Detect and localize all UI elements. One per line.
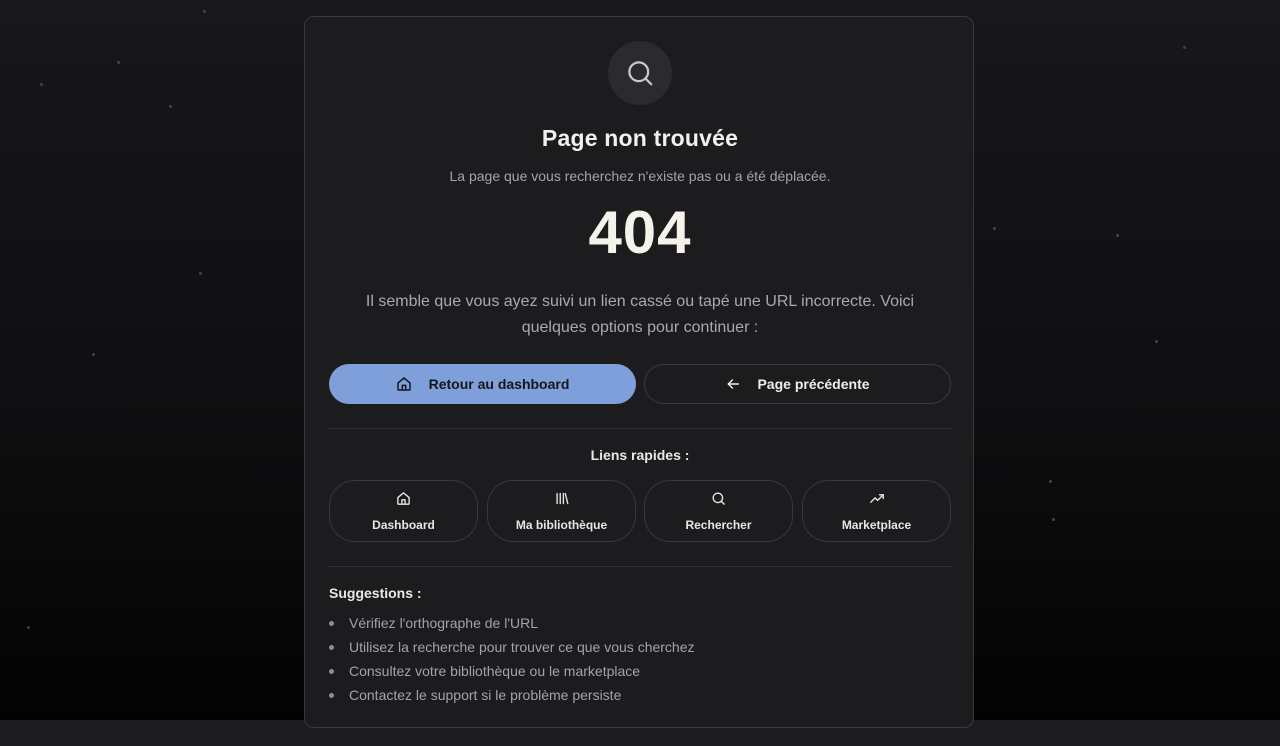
background-star — [117, 61, 120, 64]
quick-link-library[interactable]: Ma bibliothèque — [487, 480, 636, 542]
quick-link-label: Marketplace — [841, 518, 912, 532]
quick-link-label: Ma bibliothèque — [515, 518, 608, 532]
divider — [329, 428, 951, 429]
quick-links-title: Liens rapides : — [590, 447, 690, 463]
page-subtitle: La page que vous recherchez n'existe pas… — [449, 168, 831, 184]
suggestions-title: Suggestions : — [329, 585, 422, 601]
background-star — [27, 626, 30, 629]
background-star — [1183, 46, 1186, 49]
previous-page-button[interactable]: Page précédente — [644, 364, 951, 404]
search-icon — [711, 490, 726, 506]
background-star — [92, 353, 95, 356]
background-star — [199, 272, 202, 275]
list-item: Consultez votre bibliothèque ou le marke… — [329, 659, 695, 683]
background-star — [40, 83, 43, 86]
home-icon — [396, 376, 412, 392]
background-star — [203, 10, 206, 13]
background-star — [169, 105, 172, 108]
error-message: Il semble que vous ayez suivi un lien ca… — [365, 293, 915, 336]
previous-page-label: Page précédente — [757, 376, 870, 392]
library-icon — [554, 490, 569, 506]
quick-link-label: Dashboard — [372, 518, 435, 532]
back-to-dashboard-label: Retour au dashboard — [428, 376, 570, 392]
quick-link-marketplace[interactable]: Marketplace — [802, 480, 951, 542]
suggestions-list: Vérifiez l'orthographe de l'URL Utilisez… — [329, 611, 695, 707]
background-star — [1116, 234, 1119, 237]
not-found-card: Page non trouvée La page que vous recher… — [304, 16, 974, 728]
list-item: Contactez le support si le problème pers… — [329, 683, 695, 707]
background-star — [1052, 518, 1055, 521]
list-item: Vérifiez l'orthographe de l'URL — [329, 611, 695, 635]
trending-up-icon — [869, 490, 885, 506]
divider — [329, 566, 951, 567]
back-to-dashboard-button[interactable]: Retour au dashboard — [329, 364, 636, 404]
page-title: Page non trouvée — [541, 125, 739, 151]
quick-link-label: Rechercher — [685, 518, 752, 532]
arrow-left-icon — [725, 376, 741, 392]
background-star — [1155, 340, 1158, 343]
quick-link-search[interactable]: Rechercher — [644, 480, 793, 542]
background-star — [993, 227, 996, 230]
quick-link-dashboard[interactable]: Dashboard — [329, 480, 478, 542]
list-item: Utilisez la recherche pour trouver ce qu… — [329, 635, 695, 659]
background-star — [1049, 480, 1052, 483]
home-icon — [396, 490, 411, 506]
error-code: 404 — [588, 199, 692, 266]
search-icon — [608, 41, 672, 105]
